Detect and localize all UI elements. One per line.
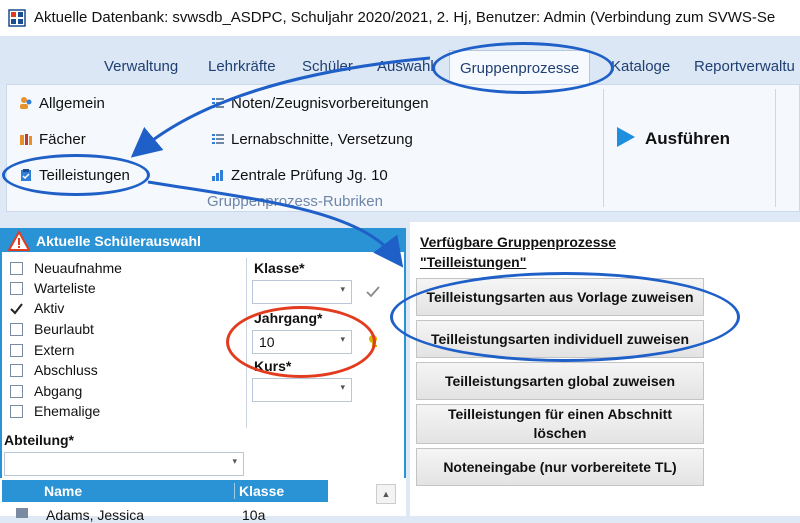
window-title: Aktuelle Datenbank: svwsdb_ASDPC, Schulj… — [34, 9, 776, 26]
column-header-klasse[interactable]: Klasse — [234, 483, 284, 499]
books-icon — [20, 134, 32, 145]
menu-bar: Verwaltung Lehrkräfte Schüler Auswahl Gr… — [0, 36, 800, 87]
ribbon-separator — [603, 89, 604, 207]
tab-kataloge[interactable]: Kataloge — [611, 58, 670, 75]
cell-name: Adams, Jessica — [46, 507, 145, 523]
kurs-select[interactable]: ▾ — [252, 378, 352, 402]
people-icon — [20, 97, 32, 109]
list-icon — [212, 98, 224, 108]
process-button-loeschen[interactable]: Teilleistungen für einen Abschnitt lösch… — [416, 404, 704, 444]
ribbon-zentrale-pruefung[interactable]: Zentrale Prüfung Jg. 10 — [211, 167, 388, 184]
klasse-label: Klasse* — [254, 260, 305, 276]
status-label: Abschluss — [34, 362, 98, 378]
checkbox-neuaufnahme[interactable] — [10, 262, 23, 275]
check-icon[interactable] — [366, 286, 380, 298]
list-icon — [212, 134, 224, 144]
checkbox-abschluss[interactable] — [10, 364, 23, 377]
ribbon-separator — [775, 89, 776, 207]
abteilung-select[interactable]: ▾ — [4, 452, 244, 476]
status-label: Abgang — [34, 383, 83, 399]
status-label: Warteliste — [34, 280, 96, 296]
checkbox-warteliste[interactable] — [10, 282, 23, 295]
status-label: Aktiv — [34, 300, 65, 316]
play-icon — [617, 127, 635, 147]
ribbon-noten-label: Noten/Zeugnisvorbereitungen — [231, 95, 429, 112]
student-selection-panel: Aktuelle Schülerauswahl Neuaufnahme Wart… — [0, 228, 406, 516]
chevron-down-icon: ▾ — [340, 382, 345, 392]
run-button[interactable]: Ausführen — [615, 125, 730, 149]
checkbox-aktiv[interactable] — [10, 302, 23, 315]
tab-verwaltung[interactable]: Verwaltung — [104, 58, 178, 75]
status-label: Beurlaubt — [34, 321, 94, 337]
row-marker — [16, 508, 28, 518]
checkbox-ehemalige[interactable] — [10, 405, 23, 418]
ribbon-faecher-label: Fächer — [39, 131, 86, 148]
ribbon-faecher[interactable]: Fächer — [19, 131, 86, 148]
process-button-global[interactable]: Teilleistungsarten global zuweisen — [416, 362, 704, 400]
cell-klasse: 10a — [242, 507, 266, 523]
annotation-ellipse — [432, 42, 614, 94]
warning-icon — [8, 231, 30, 251]
app-icon — [8, 9, 26, 27]
chart-icon — [212, 170, 223, 181]
abteilung-label: Abteilung* — [4, 432, 74, 448]
tab-lehrkraefte[interactable]: Lehrkräfte — [208, 58, 276, 75]
table-header: Name Klasse — [2, 480, 328, 502]
column-header-name[interactable]: Name — [44, 483, 82, 499]
panel-header: Aktuelle Schülerauswahl — [2, 230, 404, 252]
tab-schueler[interactable]: Schüler — [302, 58, 353, 75]
annotation-ellipse-highlight — [226, 306, 376, 378]
status-label: Ehemalige — [34, 403, 101, 419]
ribbon: Allgemein Fächer Teilleistungen Noten/Ze… — [6, 84, 800, 212]
process-button-noteneingabe[interactable]: Noteneingabe (nur vorbereitete TL) — [416, 448, 704, 486]
scroll-up-button[interactable]: ▲ — [376, 484, 396, 504]
annotation-ellipse — [2, 154, 150, 196]
ribbon-allgemein-label: Allgemein — [39, 95, 105, 112]
checkbox-abgang[interactable] — [10, 385, 23, 398]
chevron-down-icon: ▾ — [232, 456, 237, 466]
annotation-ellipse — [390, 272, 740, 362]
chevron-down-icon: ▾ — [340, 284, 345, 294]
student-table: Name Klasse Adams, Jessica 10a ▲ — [0, 478, 406, 523]
title-bar: Aktuelle Datenbank: svwsdb_ASDPC, Schulj… — [0, 0, 800, 37]
checkmark-icon — [10, 303, 23, 315]
ribbon-lernabschnitte-label: Lernabschnitte, Versetzung — [231, 131, 413, 148]
status-label: Neuaufnahme — [34, 260, 122, 276]
status-label: Extern — [34, 342, 75, 358]
processes-panel: Verfügbare Gruppenprozesse "Teilleistung… — [410, 222, 800, 516]
ribbon-noten[interactable]: Noten/Zeugnisvorbereitungen — [211, 95, 429, 112]
klasse-select[interactable]: ▾ — [252, 280, 352, 304]
checkbox-beurlaubt[interactable] — [10, 323, 23, 336]
run-button-label: Ausführen — [645, 129, 730, 148]
panel-title: Aktuelle Schülerauswahl — [36, 233, 201, 249]
ribbon-zentrale-pruefung-label: Zentrale Prüfung Jg. 10 — [231, 167, 388, 184]
ribbon-allgemein[interactable]: Allgemein — [19, 95, 105, 112]
processes-heading-line2: "Teilleistungen" — [420, 254, 527, 270]
tab-reportverwaltung[interactable]: Reportverwaltu — [694, 58, 795, 75]
checkbox-extern[interactable] — [10, 344, 23, 357]
ribbon-lernabschnitte[interactable]: Lernabschnitte, Versetzung — [211, 131, 413, 148]
tab-auswahl[interactable]: Auswahl — [377, 58, 434, 75]
ribbon-group-label: Gruppenprozess-Rubriken — [207, 193, 383, 210]
processes-heading-line1: Verfügbare Gruppenprozesse — [420, 234, 617, 250]
